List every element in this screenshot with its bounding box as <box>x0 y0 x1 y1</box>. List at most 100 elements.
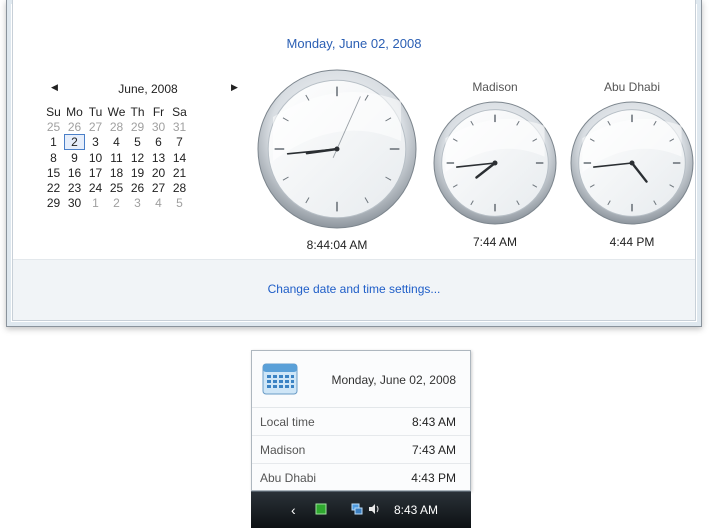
calendar-day-number: 24 <box>88 180 103 195</box>
calendar-day[interactable]: 9 <box>64 150 85 165</box>
calendar-day[interactable]: 1 <box>43 134 64 150</box>
tooltip-row-value: 7:43 AM <box>411 443 456 457</box>
calendar-day[interactable]: 6 <box>148 134 169 150</box>
calendar-day[interactable]: 15 <box>43 165 64 180</box>
calendar-day-number: 4 <box>155 195 162 210</box>
calendar-day[interactable]: 27 <box>85 119 106 134</box>
calendar-day[interactable]: 23 <box>64 180 85 195</box>
flyout-panel: Monday, June 02, 2008 ◀ June, 2008 ▶ Su M… <box>12 0 696 321</box>
calendar-day-number: 5 <box>176 195 183 210</box>
calendar-day[interactable]: 4 <box>106 134 127 150</box>
calendar-day[interactable]: 1 <box>85 195 106 210</box>
calendar-day-number: 13 <box>151 150 166 165</box>
tooltip-header: Monday, June 02, 2008 <box>252 351 470 408</box>
calendar-week-row: 8 9 10 11 12 13 14 <box>43 150 190 165</box>
calendar-day[interactable]: 24 <box>85 180 106 195</box>
abu-dhabi-analog-clock <box>570 101 694 225</box>
calendar-day-number: 21 <box>172 165 187 180</box>
calendar-month-title[interactable]: June, 2008 <box>43 82 253 96</box>
calendar-day[interactable]: 19 <box>127 165 148 180</box>
calendar-day[interactable]: 25 <box>43 119 64 134</box>
weekday-label: Mo <box>66 104 83 119</box>
taskbar-clock[interactable]: 8:43 AM <box>394 503 438 517</box>
calendar-day[interactable]: 4 <box>148 195 169 210</box>
weekday-label: We <box>107 104 126 119</box>
madison-city-label: Madison <box>472 80 518 94</box>
calendar-day[interactable]: 28 <box>169 180 190 195</box>
calendar-day[interactable]: 28 <box>106 119 127 134</box>
calendar-day[interactable]: 5 <box>169 195 190 210</box>
tooltip-row: Madison 7:43 AM <box>252 436 470 464</box>
calendar-day-number: 29 <box>46 195 61 210</box>
calendar-day[interactable]: 2 <box>64 134 85 150</box>
calendar-day[interactable]: 3 <box>127 195 148 210</box>
clock-face <box>433 101 557 225</box>
calendar-day[interactable]: 29 <box>43 195 64 210</box>
calendar-day[interactable]: 27 <box>148 180 169 195</box>
calendar-day[interactable]: 7 <box>169 134 190 150</box>
calendar-day[interactable]: 10 <box>85 150 106 165</box>
calendar-header: ◀ June, 2008 ▶ <box>43 82 253 100</box>
calendar-day[interactable]: 30 <box>64 195 85 210</box>
calendar-day[interactable]: 8 <box>43 150 64 165</box>
calendar-day[interactable]: 29 <box>127 119 148 134</box>
calendar-day[interactable]: 14 <box>169 150 190 165</box>
network-icon[interactable] <box>351 503 363 515</box>
calendar-day[interactable]: 22 <box>43 180 64 195</box>
weekday-label: Fr <box>152 104 165 119</box>
calendar-day[interactable]: 26 <box>64 119 85 134</box>
taskbar-tray: ‹ 8:43 AM <box>251 491 471 528</box>
local-time-label: 8:44:04 AM <box>306 238 368 252</box>
clock-flyout: Monday, June 02, 2008 ◀ June, 2008 ▶ Su M… <box>6 0 702 327</box>
calendar-day-number: 9 <box>71 150 78 165</box>
calendar-day-number: 29 <box>130 119 145 134</box>
tooltip-row-value: 8:43 AM <box>411 415 456 429</box>
calendar-day[interactable]: 13 <box>148 150 169 165</box>
clock-center <box>334 146 340 152</box>
calendar-week-row: 29 30 1 2 3 4 5 <box>43 195 190 210</box>
calendar-day-number: 2 <box>64 134 85 150</box>
calendar-day-number: 23 <box>67 180 82 195</box>
calendar-day-number: 26 <box>130 180 145 195</box>
calendar-day-number: 27 <box>151 180 166 195</box>
weekday-label: Sa <box>172 104 187 119</box>
calendar-day[interactable]: 17 <box>85 165 106 180</box>
local-analog-clock <box>257 69 417 229</box>
flyout-footer: Change date and time settings... <box>13 259 695 320</box>
calendar-day[interactable]: 16 <box>64 165 85 180</box>
speaker-icon[interactable] <box>368 503 380 515</box>
calendar-day-number: 6 <box>155 135 162 149</box>
calendar-day[interactable]: 31 <box>169 119 190 134</box>
calendar-day-number: 1 <box>92 195 99 210</box>
weekday-label: Tu <box>88 104 103 119</box>
calendar-day-number: 27 <box>88 119 103 134</box>
abu-dhabi-time-label: 4:44 PM <box>609 235 655 249</box>
green-status-icon[interactable] <box>315 503 327 515</box>
clock-center <box>629 160 635 166</box>
calendar-days: 25 26 27 28 29 30 31 1 2 3 4 5 6 7 8 9 10 11 12 13 14 15 16 17 1… <box>43 119 190 210</box>
calendar-day[interactable]: 25 <box>106 180 127 195</box>
calendar-day[interactable]: 3 <box>85 134 106 150</box>
next-month-arrow-icon[interactable]: ▶ <box>231 82 238 93</box>
date-heading[interactable]: Monday, June 02, 2008 <box>13 36 695 51</box>
show-hidden-icons-arrow-icon[interactable]: ‹ <box>291 502 296 518</box>
calendar-day-number: 18 <box>109 165 124 180</box>
tooltip-row-label: Abu Dhabi <box>260 471 317 485</box>
tooltip-row: Local time 8:43 AM <box>252 408 470 436</box>
calendar-day[interactable]: 30 <box>148 119 169 134</box>
calendar-day[interactable]: 2 <box>106 195 127 210</box>
calendar-day-number: 3 <box>92 135 99 149</box>
change-date-time-link[interactable]: Change date and time settings... <box>13 282 695 296</box>
calendar-day[interactable]: 20 <box>148 165 169 180</box>
calendar-day[interactable]: 11 <box>106 150 127 165</box>
madison-analog-clock <box>433 101 557 225</box>
calendar-week-row: 25 26 27 28 29 30 31 <box>43 119 190 134</box>
calendar-day-number: 7 <box>176 135 183 149</box>
tooltip-row-label: Madison <box>260 443 306 457</box>
calendar-day[interactable]: 26 <box>127 180 148 195</box>
calendar-day[interactable]: 12 <box>127 150 148 165</box>
calendar-day[interactable]: 5 <box>127 134 148 150</box>
calendar-day[interactable]: 21 <box>169 165 190 180</box>
calendar-day[interactable]: 18 <box>106 165 127 180</box>
calendar-day-number: 31 <box>172 119 187 134</box>
